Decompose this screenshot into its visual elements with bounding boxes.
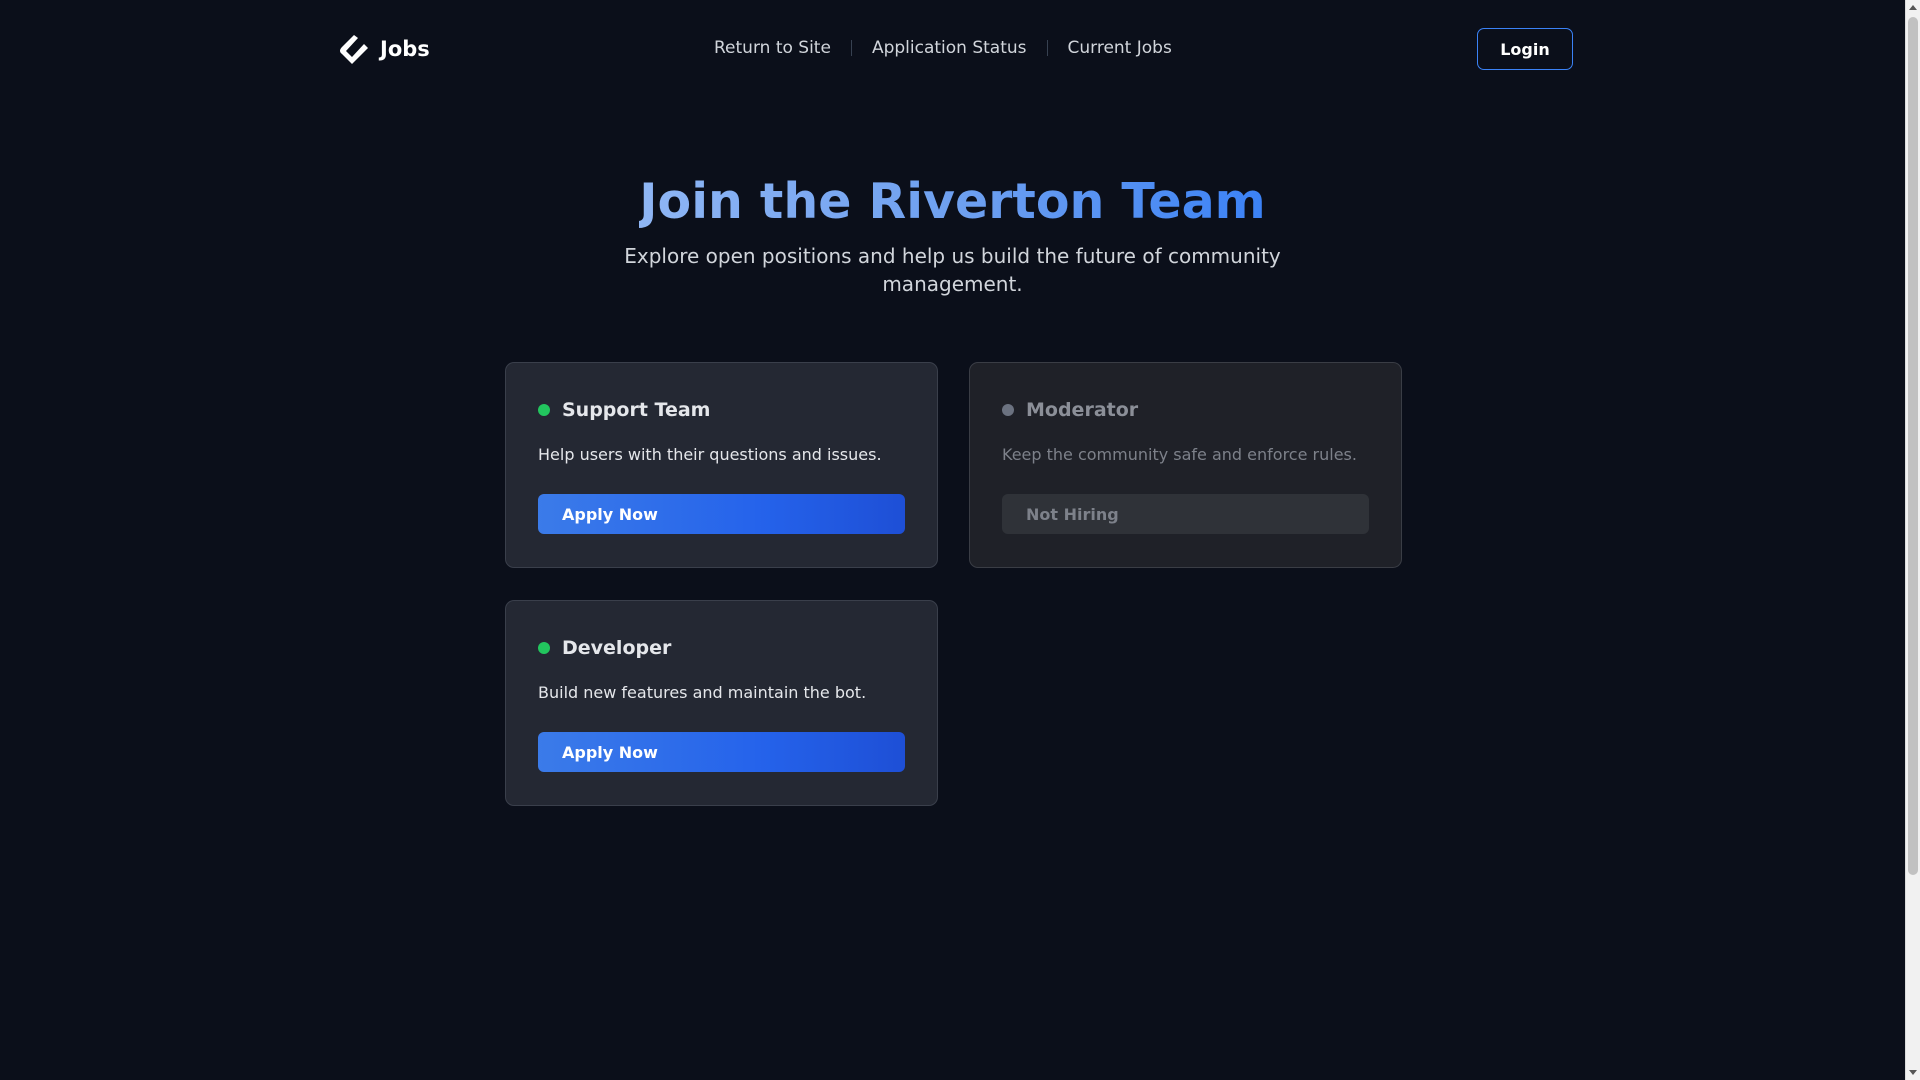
job-card-header: Moderator [1002,399,1138,421]
job-card-support-team: Support Team Help users with their quest… [505,362,938,568]
job-card-header: Developer [538,637,671,659]
page-subtitle: Explore open positions and help us build… [624,244,1281,296]
scroll-up-icon[interactable] [1909,5,1917,10]
page-title-text: Join the Riverton Team [639,173,1266,230]
page: Jobs Return to Site Application Status C… [0,0,1905,1080]
scrollbar-thumb[interactable] [1908,17,1918,875]
nav-return-to-site[interactable]: Return to Site [714,38,831,58]
job-card-moderator: Moderator Keep the community safe and en… [969,362,1402,568]
job-card-developer: Developer Build new features and maintai… [505,600,938,806]
nav-divider [850,40,852,56]
scroll-down-icon[interactable] [1909,1070,1917,1075]
logo-checkmark-icon [340,35,368,64]
job-title: Support Team [562,399,711,421]
job-title: Moderator [1026,399,1139,421]
brand-name: Jobs [380,37,430,61]
apply-now-button[interactable]: Apply Now [538,732,905,772]
login-button[interactable]: Login [1477,28,1573,70]
nav-application-status[interactable]: Application Status [872,38,1027,58]
main-nav: Return to Site Application Status Curren… [714,38,1172,58]
nav-current-jobs[interactable]: Current Jobs [1068,38,1172,58]
site-header: Jobs Return to Site Application Status C… [0,0,1905,97]
job-description: Keep the community safe and enforce rule… [1002,445,1357,464]
nav-divider [1046,40,1048,56]
brand[interactable]: Jobs [336,33,430,65]
open-status-dot [538,642,550,654]
not-hiring-button: Not Hiring [1002,494,1369,534]
open-status-dot [538,404,550,416]
job-card-header: Support Team [538,399,710,421]
closed-status-dot [1002,404,1014,416]
job-title: Developer [562,637,672,659]
apply-now-button[interactable]: Apply Now [538,494,905,534]
job-description: Help users with their questions and issu… [538,445,882,464]
job-description: Build new features and maintain the bot. [538,683,867,702]
vertical-scrollbar[interactable] [1905,0,1920,1080]
page-title: Join the Riverton Team [0,172,1905,232]
